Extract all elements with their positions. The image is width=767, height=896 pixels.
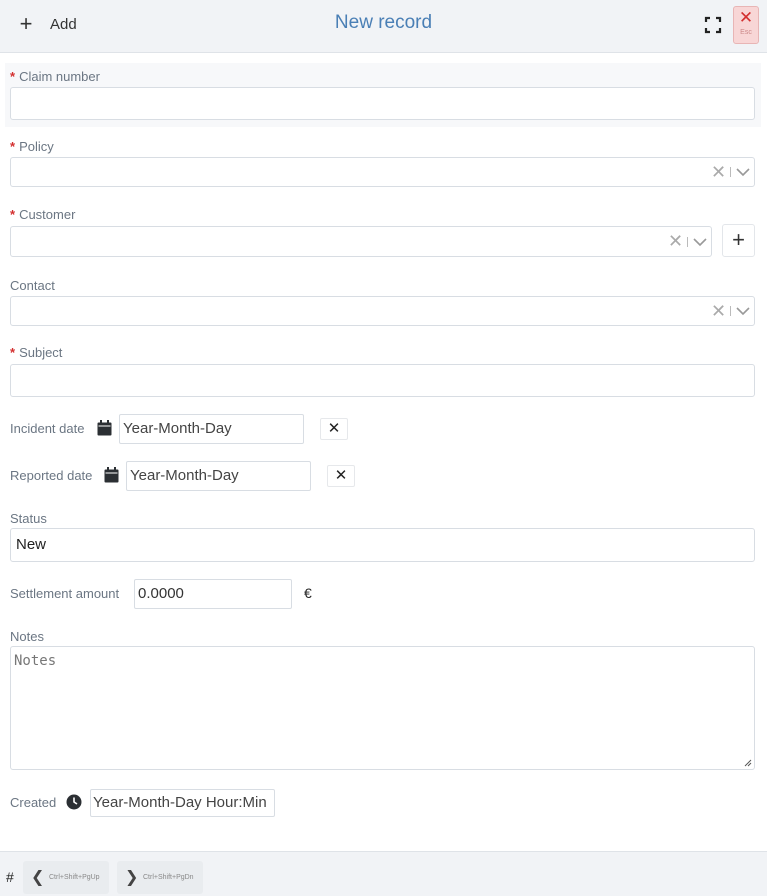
close-hint: Esc <box>740 29 752 36</box>
settlement-amount-input[interactable]: 0.0000 <box>134 579 292 609</box>
add-customer-button[interactable]: + <box>722 224 755 257</box>
claim-number-label: * Claim number <box>10 69 100 84</box>
chevron-right-icon: ❯ <box>125 869 139 886</box>
reported-date-label: Reported date <box>10 468 93 483</box>
next-record-button[interactable]: ❯ Ctrl+Shift+PgDn <box>117 861 203 894</box>
customer-label: * Customer <box>10 207 76 222</box>
resize-handle-icon[interactable] <box>744 759 752 767</box>
clear-incident-date-button[interactable]: ✕ <box>320 418 348 440</box>
created-label: Created <box>10 795 57 810</box>
status-field[interactable]: New <box>10 528 755 562</box>
required-marker: * <box>10 139 16 154</box>
notes-label: Notes <box>10 629 44 644</box>
settlement-amount-label: Settlement amount <box>10 586 120 601</box>
calendar-icon[interactable] <box>104 467 119 483</box>
close-icon: ✕ <box>334 467 348 484</box>
currency-symbol: € <box>304 585 312 601</box>
policy-label: * Policy <box>10 139 54 154</box>
chevron-down-icon[interactable] <box>736 306 750 316</box>
subject-label: * Subject <box>10 345 63 360</box>
customer-select[interactable]: ✕ <box>10 226 712 257</box>
chevron-left-icon: ❮ <box>31 869 45 886</box>
fullscreen-icon <box>704 16 722 34</box>
previous-record-button[interactable]: ❮ Ctrl+Shift+PgUp <box>23 861 109 894</box>
next-shortcut-hint: Ctrl+Shift+PgDn <box>143 874 194 881</box>
status-label: Status <box>10 511 47 526</box>
clear-icon[interactable]: ✕ <box>711 301 726 322</box>
chevron-down-icon[interactable] <box>693 237 707 247</box>
previous-shortcut-hint: Ctrl+Shift+PgUp <box>49 874 100 881</box>
required-marker: * <box>10 69 16 84</box>
chevron-down-icon[interactable] <box>736 167 750 177</box>
clear-icon[interactable]: ✕ <box>711 162 726 183</box>
contact-select[interactable]: ✕ <box>10 296 755 326</box>
calendar-icon[interactable] <box>97 420 112 436</box>
reported-date-input[interactable]: Year-Month-Day <box>126 461 311 491</box>
contact-label: Contact <box>10 278 55 293</box>
modal-footer: # ❮ Ctrl+Shift+PgUp ❯ Ctrl+Shift+PgDn <box>0 851 767 896</box>
select-indicators: ✕ <box>711 297 750 325</box>
clock-icon[interactable] <box>66 794 82 810</box>
clear-reported-date-button[interactable]: ✕ <box>327 465 355 487</box>
close-icon: ✕ <box>738 8 754 27</box>
close-button[interactable]: ✕ Esc <box>733 6 759 44</box>
separator <box>730 167 731 177</box>
clear-icon[interactable]: ✕ <box>668 231 683 252</box>
plus-icon: + <box>732 227 745 252</box>
separator <box>687 236 688 247</box>
page-title: New record <box>334 12 433 33</box>
fullscreen-button[interactable] <box>700 12 726 38</box>
modal-header: + Add New record ✕ Esc <box>0 0 767 53</box>
created-datetime-input[interactable]: Year-Month-Day Hour:Min <box>90 789 275 817</box>
select-indicators: ✕ <box>711 158 750 186</box>
select-indicators: ✕ <box>668 227 707 256</box>
notes-placeholder: Notes <box>14 653 57 669</box>
close-icon: ✕ <box>327 420 341 437</box>
separator <box>730 306 731 316</box>
incident-date-input[interactable]: Year-Month-Day <box>119 414 304 444</box>
required-marker: * <box>10 207 16 222</box>
policy-select[interactable]: ✕ <box>10 157 755 187</box>
record-hash: # <box>6 869 14 885</box>
subject-input[interactable] <box>10 364 755 397</box>
claim-number-input[interactable] <box>10 87 755 120</box>
incident-date-label: Incident date <box>10 421 85 436</box>
required-marker: * <box>10 345 16 360</box>
notes-textarea[interactable]: Notes <box>10 646 755 770</box>
